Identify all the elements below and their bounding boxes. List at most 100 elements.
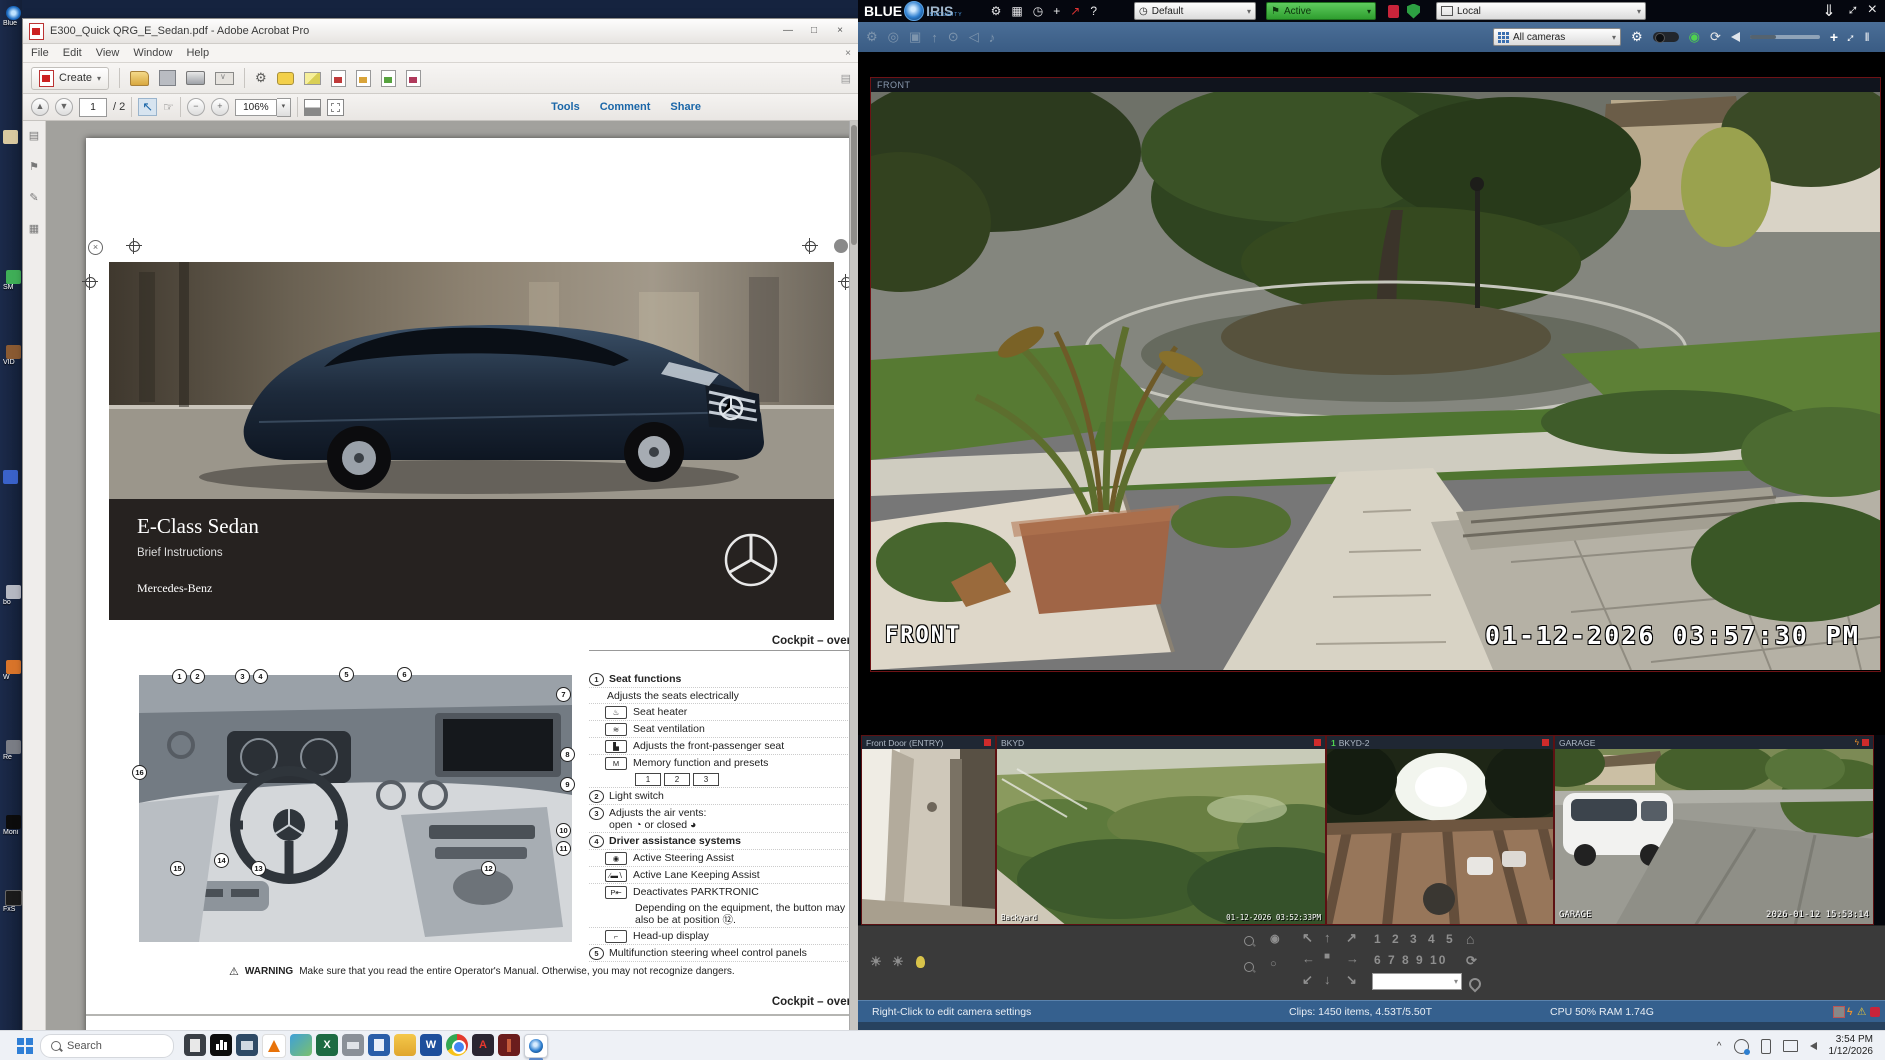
open-file-icon[interactable]: [130, 71, 149, 86]
ptz-presets-row2[interactable]: 6 7 8 9 10: [1374, 953, 1447, 967]
desktop-icon-blueiris[interactable]: Blue: [3, 6, 23, 27]
taskbar-app-notepad[interactable]: [184, 1034, 206, 1056]
desktop-icon[interactable]: [3, 130, 18, 144]
share-link[interactable]: Share: [670, 101, 701, 113]
cam-up-icon[interactable]: ↑: [931, 30, 938, 45]
print-icon[interactable]: [186, 71, 205, 85]
view-settings-gear-icon[interactable]: ⚙: [1631, 29, 1643, 45]
clips-db-icon[interactable]: [1833, 1006, 1845, 1018]
desktop-icon[interactable]: [3, 470, 18, 484]
desktop-icon-fxs[interactable]: FxS: [3, 890, 23, 913]
toolbar-options-icon[interactable]: ▤: [841, 72, 851, 85]
cam-audio-icon[interactable]: ◁: [969, 29, 979, 45]
network-monitor-icon[interactable]: [1783, 1040, 1798, 1052]
menu-edit[interactable]: Edit: [63, 47, 82, 59]
zoom-out-icon[interactable]: −: [187, 98, 205, 116]
all-cameras-dropdown[interactable]: All cameras ▾: [1493, 28, 1621, 46]
zoom-dropdown-arrow[interactable]: ▾: [277, 98, 291, 117]
minimize-to-tray-icon[interactable]: ⇓: [1822, 1, 1835, 21]
ptz-right[interactable]: →: [1346, 951, 1359, 966]
acrobat-titlebar[interactable]: E300_Quick QRG_E_Sedan.pdf - Adobe Acrob…: [23, 19, 859, 44]
taskbar-app-vlc[interactable]: [262, 1034, 286, 1058]
menu-view[interactable]: View: [96, 47, 120, 59]
camera-thumb-bkyd[interactable]: BKYD Backyard 01-12-2026 03:52:33PM: [996, 735, 1326, 925]
auto-cycle-icon[interactable]: ◉: [1689, 29, 1700, 45]
blueiris-statusbar[interactable]: Right-Click to edit camera settings Clip…: [858, 1000, 1885, 1023]
brightness-icon[interactable]: ☀: [870, 954, 882, 970]
taskbar-app-acrobat[interactable]: A: [472, 1034, 494, 1056]
desktop-icon-re[interactable]: Re: [3, 740, 23, 761]
sign-icon[interactable]: [406, 70, 421, 87]
cam-target-icon[interactable]: ◎: [888, 29, 899, 45]
profile-dropdown[interactable]: ◷ Default ▾: [1134, 2, 1256, 20]
add-icon[interactable]: +: [1830, 29, 1838, 45]
speaker-icon[interactable]: [1731, 32, 1740, 42]
hand-tool-icon[interactable]: ☞: [163, 100, 174, 114]
ptz-cycle-icon[interactable]: ⟳: [1466, 953, 1477, 969]
ptz-down-left[interactable]: ↙: [1302, 972, 1313, 988]
desktop-icon-sm[interactable]: SM: [3, 270, 23, 291]
taskbar-app-excel[interactable]: X: [316, 1034, 338, 1056]
desktop-icon-vid[interactable]: VID: [3, 345, 23, 366]
previous-page-button[interactable]: ▲: [31, 98, 49, 116]
save-icon[interactable]: [159, 70, 176, 86]
cam-settings-icon[interactable]: ⚙: [866, 29, 878, 45]
zoom-out-icon[interactable]: [1244, 960, 1254, 975]
taskbar-app-scanner[interactable]: [342, 1034, 364, 1056]
select-tool-icon[interactable]: ↖: [138, 98, 157, 116]
main-camera-video[interactable]: FRONT 01-12-2026 03:57:30 PM: [871, 92, 1880, 670]
desktop-icon-bo[interactable]: bo: [3, 585, 23, 606]
front-door-video[interactable]: [862, 749, 995, 924]
taskbar-app-blueiris-active[interactable]: [524, 1034, 548, 1058]
tray-chevron-icon[interactable]: ^: [1717, 1041, 1722, 1052]
desktop-icon-moni[interactable]: Moni: [3, 815, 23, 836]
tools-link[interactable]: Tools: [551, 101, 580, 113]
ptz-up-left[interactable]: ↖: [1302, 930, 1313, 946]
minimize-button[interactable]: —: [775, 23, 801, 39]
iris-close-icon[interactable]: ○: [1270, 958, 1277, 970]
taskbar-app-organ[interactable]: [498, 1034, 520, 1056]
ptz-home-icon[interactable]: ⌂: [1466, 931, 1474, 947]
camera-thumb-bkyd2[interactable]: 1BKYD-2: [1326, 735, 1554, 925]
ir-light-bulb-icon[interactable]: [916, 956, 925, 968]
zoom-in-icon[interactable]: +: [211, 98, 229, 116]
schedule-clock-icon[interactable]: ◷: [1033, 4, 1043, 18]
taskbar-app-photos[interactable]: [290, 1034, 312, 1056]
taskbar-app-files[interactable]: [236, 1034, 258, 1056]
highlight-icon[interactable]: [304, 72, 321, 85]
close-button[interactable]: ×: [827, 23, 853, 39]
zoom-in-icon[interactable]: [1244, 934, 1254, 949]
menu-file[interactable]: File: [31, 47, 49, 59]
contrast-sun-icon[interactable]: ☀: [892, 954, 904, 970]
bookmarks-icon[interactable]: ⚑: [29, 160, 39, 173]
ptz-up-right[interactable]: ↗: [1346, 930, 1357, 946]
ptz-presets-row1[interactable]: 1 2 3 4 5: [1374, 932, 1457, 946]
bkyd-video[interactable]: [997, 749, 1325, 924]
next-page-button[interactable]: ▼: [55, 98, 73, 116]
create-button[interactable]: Create ▾: [31, 67, 109, 90]
search-input[interactable]: Search: [40, 1034, 174, 1058]
menu-window[interactable]: Window: [133, 47, 172, 59]
trigger-flash-icon[interactable]: ϟ: [1847, 1006, 1853, 1018]
cam-mic-icon[interactable]: ♪: [989, 30, 996, 45]
stop-traffic-icon[interactable]: [1388, 5, 1399, 18]
expand-icon[interactable]: ↕: [1844, 29, 1859, 44]
zoom-level-select[interactable]: 106%: [235, 99, 277, 116]
taskbar-app-chrome[interactable]: [446, 1034, 468, 1056]
comment-link[interactable]: Comment: [600, 101, 651, 113]
comment-bubble-icon[interactable]: [277, 72, 294, 85]
iris-open-icon[interactable]: ◉: [1270, 932, 1280, 945]
fullscreen-icon[interactable]: ↕: [1842, 1, 1862, 21]
camera-thumb-front-door[interactable]: Front Door (ENTRY): [861, 735, 996, 925]
refresh-icon[interactable]: ⟳: [1710, 29, 1721, 45]
onedrive-sync-icon[interactable]: [1734, 1039, 1749, 1054]
document-pane[interactable]: ×: [46, 121, 859, 1031]
record-toggle[interactable]: [1653, 32, 1679, 42]
volume-slider[interactable]: [1750, 35, 1820, 39]
error-icon[interactable]: [1870, 1007, 1880, 1017]
cam-snapshot-icon[interactable]: ▣: [909, 29, 921, 45]
menu-help[interactable]: Help: [186, 47, 209, 59]
ptz-pin-icon[interactable]: [1467, 976, 1484, 993]
status-dropdown[interactable]: ⚑ Active ▾: [1266, 2, 1376, 20]
volume-speaker-icon[interactable]: [1810, 1042, 1817, 1050]
